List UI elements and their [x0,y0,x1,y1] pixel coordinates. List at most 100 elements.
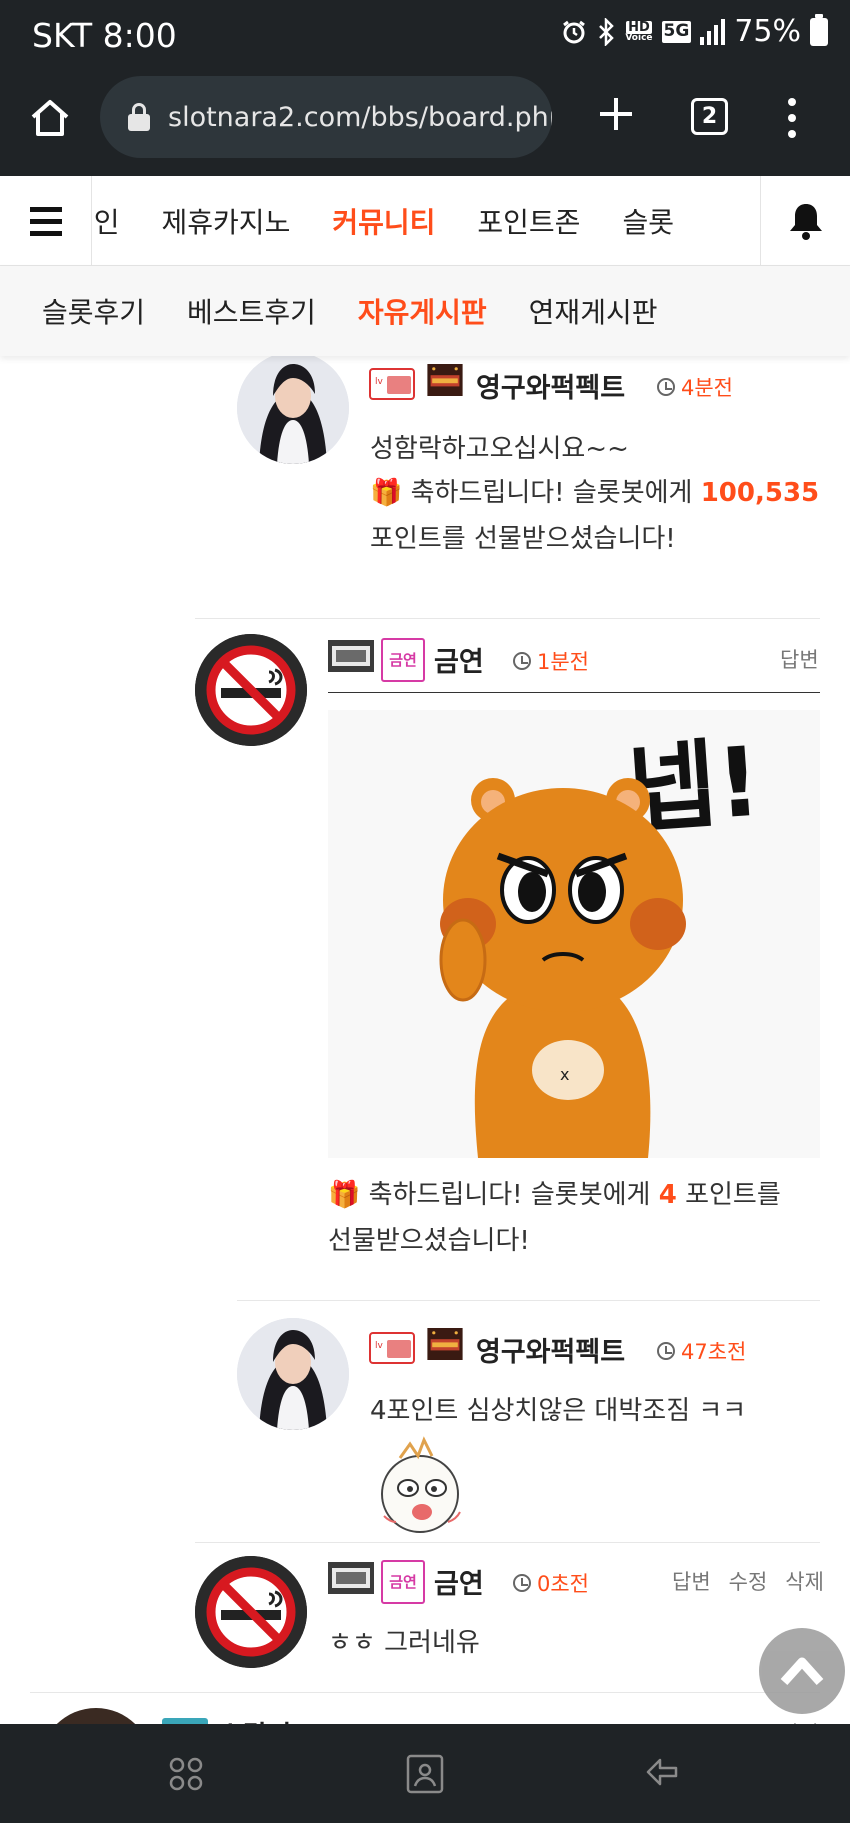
divider [328,692,820,693]
comment-item: 소닭판 답변 [0,1696,850,1724]
avatar [237,356,349,464]
bluetooth-icon [599,17,615,46]
url-bar[interactable]: slotnara2.com/bbs/board.php? [100,76,552,158]
main-menu: 메인 제휴카지노 커뮤니티 포인트존 슬롯 [92,176,760,266]
no-smoking-icon [195,634,307,746]
carrier-time: SKT 8:00 [32,16,177,55]
comment-author[interactable]: 영구와퍽펙트 [476,1330,625,1369]
more-menu-button[interactable] [782,98,802,138]
menu-item-main[interactable]: 메인 [92,201,120,241]
system-nav-bar [0,1724,850,1823]
comment-item: 금연 금연 0초전 답변 수정 삭제 ㅎㅎ 그러네유 [0,1546,850,1696]
home-nav-button[interactable] [406,1754,444,1794]
comment-author[interactable]: 소닭판 [218,1714,293,1724]
gift-notice: 🎁 축하드립니다! 슬롯봇에게 100,535 포인트를 선물받으셨습니다! [370,478,820,554]
avatar [237,1318,349,1430]
back-button[interactable] [644,1756,680,1792]
rank-badge-icon [427,1328,463,1360]
alarm-icon [563,20,586,43]
reply-button[interactable]: 답변 [780,644,819,674]
comment-time: 4분전 [657,372,733,402]
comment-text: ㅎㅎ 그러네유 [328,1628,480,1658]
sub-item-best-review[interactable]: 베스트후기 [187,291,316,331]
clock-icon [513,1574,531,1592]
signal-icon [700,18,726,45]
new-tab-button[interactable] [596,94,636,134]
plus-icon [600,98,632,130]
clock-icon [657,1342,675,1360]
battery-percent: 75% [734,14,801,49]
rank-badge-icon [427,364,463,396]
comment-item: lv 영구와퍽펙트 4분전 성함락하고오십시요~~ 🎁 축하드립니다! 슬롯봇에… [0,356,850,619]
comment-item: lv 영구와퍽펙트 47초전 4포인트 심상치않은 대박조짐 ㅋㅋ [0,1300,850,1550]
network-5g-icon: 5G [661,20,692,43]
level-badge-icon: lv [369,1332,415,1364]
hamburger-menu-icon[interactable] [0,176,92,266]
level-badge-icon: lv [369,368,415,400]
site-nav: 메인 제휴카지노 커뮤니티 포인트존 슬롯 [0,176,850,266]
gift-icon: 🎁 [370,478,403,508]
scroll-to-top-button[interactable] [759,1628,845,1714]
avatar [195,1556,307,1668]
tab-switcher-button[interactable]: 2 [691,98,728,135]
notification-button[interactable] [760,176,850,266]
back-icon [646,1758,678,1786]
recent-apps-button[interactable] [168,1756,204,1792]
comment-time: 1분전 [513,646,589,676]
comment-list: lv 영구와퍽펙트 4분전 성함락하고오십시요~~ 🎁 축하드립니다! 슬롯봇에… [0,356,850,1724]
status-bar: SKT 8:00 HD Voice 5G 75% [0,0,850,72]
home-icon [31,100,69,136]
sub-item-serial-board[interactable]: 연재게시판 [529,291,658,331]
comment-actions: 답변 수정 삭제 [672,1566,824,1596]
comment-text: 4포인트 심상치않은 대박조짐 ㅋㅋ [370,1396,747,1426]
avatar [195,634,307,746]
comment-author[interactable]: 영구와퍽펙트 [476,366,625,405]
divider [195,618,820,619]
clock-icon [513,652,531,670]
bell-icon [789,204,822,240]
svg-text:lv: lv [375,1341,384,1351]
chevron-up-icon [780,1657,824,1686]
comment-time: 47초전 [657,1336,746,1366]
sub-item-free-board[interactable]: 자유게시판 [358,291,487,331]
menu-item-partner-casino[interactable]: 제휴카지노 [162,201,291,241]
svg-text:lv: lv [375,377,384,387]
level-badge-icon [328,640,374,672]
recent-apps-icon [169,1757,203,1791]
delete-button[interactable]: 삭제 [785,1566,824,1596]
status-icons: HD Voice 5G 75% [561,13,828,49]
comment-actions: 답변 [780,644,819,674]
tag-badge: 금연 [381,1560,425,1604]
sticker-image: 넵! x [328,710,820,1158]
lock-icon [128,103,150,131]
tag-badge: 금연 [381,638,425,682]
svg-text:x: x [560,1065,569,1084]
menu-item-community[interactable]: 커뮤니티 [332,201,435,241]
no-smoking-icon [195,1556,307,1668]
divider [195,1542,820,1543]
battery-icon [810,13,828,46]
sub-nav: 슬롯후기 베스트후기 자유게시판 연재게시판 [0,266,850,356]
level-badge-icon [328,1562,374,1594]
clock-icon [657,378,675,396]
comment-time: 0초전 [513,1568,589,1598]
comment-author[interactable]: 금연 [434,640,484,679]
emoticon-image [370,1436,474,1536]
menu-item-point-zone[interactable]: 포인트존 [477,201,580,241]
url-text: slotnara2.com/bbs/board.php? [168,101,552,133]
gift-notice: 🎁 축하드립니다! 슬롯봇에게 4 포인트를 선물받으셨습니다! [328,1180,781,1256]
home-button[interactable] [28,96,72,140]
browser-toolbar: slotnara2.com/bbs/board.php? 2 [0,72,850,176]
home-square-icon [406,1754,444,1794]
reply-button[interactable]: 답변 [672,1566,711,1596]
comment-item: 금연 금연 1분전 답변 넵! x 🎁 축하드립니다! 슬롯봇에게 4 포인트를… [0,620,850,1301]
sub-item-slot-review[interactable]: 슬롯후기 [42,291,145,331]
menu-item-slot[interactable]: 슬롯 [622,201,674,241]
comment-text: 성함락하고오십시요~~ [370,434,629,464]
hd-voice-icon: HD Voice [625,19,653,43]
gift-icon: 🎁 [328,1180,361,1210]
avatar [40,1708,152,1724]
divider [30,1692,820,1693]
edit-button[interactable]: 수정 [729,1566,768,1596]
comment-author[interactable]: 금연 [434,1562,484,1601]
